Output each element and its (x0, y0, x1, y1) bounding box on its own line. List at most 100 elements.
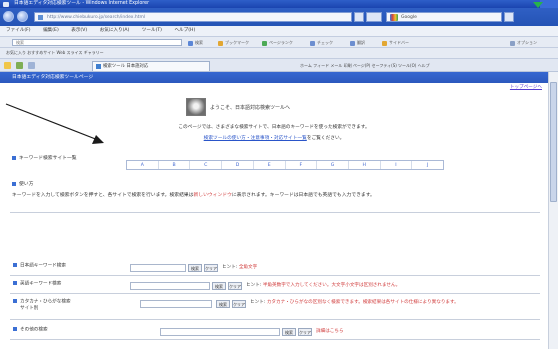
toolbar-item-options[interactable]: オプション (510, 39, 537, 46)
command-bar[interactable]: ホーム フィード メール 印刷 ページ(P) セーフティ(S) ツール(O) ヘ… (300, 61, 430, 71)
search-placeholder: Google (401, 15, 417, 20)
toolbar-search-input[interactable]: 検索 (12, 39, 182, 46)
search-button[interactable]: 検索 (216, 300, 230, 308)
form-label: 日本語キーワード検索 (13, 263, 66, 270)
scrollbar-thumb[interactable] (550, 82, 557, 202)
toolbar-item-label: ブックマーク (225, 40, 249, 45)
refresh-button[interactable] (366, 12, 382, 22)
toolbar-item-label: 検索 (195, 40, 203, 45)
pagerank-icon (262, 40, 267, 46)
menu-favorites[interactable]: お気に入り(A) (100, 28, 130, 33)
search-button[interactable]: 検索 (212, 282, 226, 290)
bullet-icon (12, 155, 16, 160)
clear-button[interactable]: クリア (228, 282, 242, 290)
keyword-input[interactable] (130, 282, 210, 290)
keyword-input[interactable] (140, 300, 212, 308)
ie-icon (3, 1, 9, 7)
site-link[interactable]: E (254, 161, 286, 169)
sidebar-icon (382, 40, 387, 46)
section-heading-sites: キーワード検索サイト一覧 (12, 154, 77, 161)
toolbar-item-label: ページランク (269, 40, 293, 45)
form-label-subtext: サイト別 (20, 305, 39, 311)
search-button[interactable]: 検索 (188, 264, 202, 272)
toolbar-item-label: オプション (517, 40, 537, 45)
tab-list-icon[interactable] (28, 62, 35, 69)
site-link[interactable]: G (317, 161, 349, 169)
tab-favicon (96, 64, 101, 69)
hint-text: ヒント: (222, 265, 238, 270)
keyword-input[interactable] (130, 264, 186, 272)
form-hint: 詳細はこちら (316, 328, 344, 335)
toolbar-item-bookmark[interactable]: ブックマーク (218, 39, 249, 46)
usage-link[interactable]: 検索ツールの使い方・注意事項・対応サイト一覧 (204, 136, 307, 141)
usage-text: キーワードを入力して検索ボタンを押すと、各サイトで検索を行います。検索結果は (12, 193, 194, 198)
toolbar-item-sidebar[interactable]: サイドバー (382, 39, 409, 46)
form-label: その他の検索 (13, 327, 48, 334)
toolbar-item-label: 翻訳 (357, 40, 365, 45)
site-link[interactable]: A (127, 161, 159, 169)
menu-tools[interactable]: ツール(T) (142, 28, 162, 33)
hint-highlight: 全角文字 (238, 265, 258, 270)
check-icon (310, 40, 315, 46)
search-icon (188, 40, 193, 46)
toolbar-item-label: サイドバー (389, 40, 409, 45)
menu-view[interactable]: 表示(V) (71, 28, 87, 33)
clear-button[interactable]: クリア (232, 300, 246, 308)
search-button[interactable] (504, 12, 514, 22)
page-header: 日本語エディタ対応検索ツールページ (0, 72, 548, 83)
usage-highlight: 新しいウィンドウ (193, 193, 232, 198)
toolbar-item-check[interactable]: チェック (310, 39, 333, 46)
section-title: 使い方 (19, 182, 34, 187)
vertical-scrollbar[interactable] (548, 72, 558, 349)
clear-button[interactable]: クリア (298, 328, 312, 336)
form-label-text: 英語キーワード検索 (20, 281, 62, 287)
favorites-star-icon[interactable] (4, 62, 11, 69)
site-link[interactable]: J (412, 161, 443, 169)
hint-highlight: カタカナ・ひらがなの区別なく検索できます。検索結果は各サイトの仕様により異なりま… (266, 300, 459, 305)
form-label-text: 日本語キーワード検索 (20, 263, 66, 269)
clear-button[interactable]: クリア (204, 264, 218, 272)
site-link[interactable]: C (190, 161, 223, 169)
top-page-link[interactable]: トップページへ (510, 84, 542, 90)
navigation-bar: http://www.chiebukuro.jp/search/index.ht… (0, 8, 558, 26)
back-button[interactable] (3, 11, 14, 22)
form-label-text: その他の検索 (20, 327, 48, 333)
favorites-links[interactable]: お気に入り おすすめサイト Web スライス ギャラリー (6, 48, 104, 58)
translate-icon (350, 40, 355, 46)
keyword-input[interactable] (160, 328, 280, 336)
site-link[interactable]: F (286, 161, 318, 169)
section-heading-usage: 使い方 (12, 180, 33, 187)
form-hint: ヒント: カタカナ・ひらがなの区別なく検索できます。検索結果は各サイトの仕様によ… (250, 299, 538, 306)
site-link[interactable]: D (222, 161, 254, 169)
usage-paragraph: キーワードを入力して検索ボタンを押すと、各サイトで検索を行います。検索結果は新し… (12, 192, 532, 199)
form-label: カタカナ・ひらがな検索 サイト別 (13, 299, 71, 312)
tab-label: 検索ツール 日本語対応 (103, 64, 149, 69)
intro-text: ようこそ、日本語対応検索ツールへ (210, 105, 291, 111)
toolbar-item-translate[interactable]: 翻訳 (350, 39, 365, 46)
title-bar: 日本語エディタ対応検索ツール - Windows Internet Explor… (0, 0, 540, 8)
menu-file[interactable]: ファイル(F) (6, 28, 31, 33)
toolbar-item-pagerank[interactable]: ページランク (262, 39, 293, 46)
add-favorite-icon[interactable] (16, 62, 23, 69)
site-link[interactable]: I (381, 161, 413, 169)
site-logo-icon (186, 98, 206, 116)
search-form-row: その他の検索 検索 クリア 詳細はこちら (10, 324, 540, 340)
page-favicon (38, 15, 43, 20)
address-text: http://www.chiebukuro.jp/search/index.ht… (47, 15, 146, 20)
site-link[interactable]: B (159, 161, 191, 169)
description-line: このページでは、さまざまな検索サイトで、日本語のキーワードを使った検索ができます… (178, 125, 370, 130)
hint-text: ヒント: (246, 283, 262, 288)
search-input[interactable]: Google (386, 12, 502, 22)
site-link[interactable]: H (349, 161, 381, 169)
menu-edit[interactable]: 編集(E) (43, 28, 59, 33)
menu-help[interactable]: ヘルプ(H) (174, 28, 195, 33)
tab-active[interactable]: 検索ツール 日本語対応 (92, 61, 210, 71)
search-button[interactable]: 検索 (282, 328, 296, 336)
address-bar[interactable]: http://www.chiebukuro.jp/search/index.ht… (34, 12, 352, 22)
hint-highlight[interactable]: 詳細はこちら (316, 329, 344, 334)
usage-tail: をご覧ください。 (306, 136, 345, 141)
forward-button[interactable] (17, 11, 28, 22)
address-dropdown-button[interactable] (354, 12, 364, 22)
toolbar-item-search[interactable]: 検索 (188, 39, 203, 46)
menu-bar: ファイル(F) 編集(E) 表示(V) お気に入り(A) ツール(T) ヘルプ(… (0, 26, 558, 36)
